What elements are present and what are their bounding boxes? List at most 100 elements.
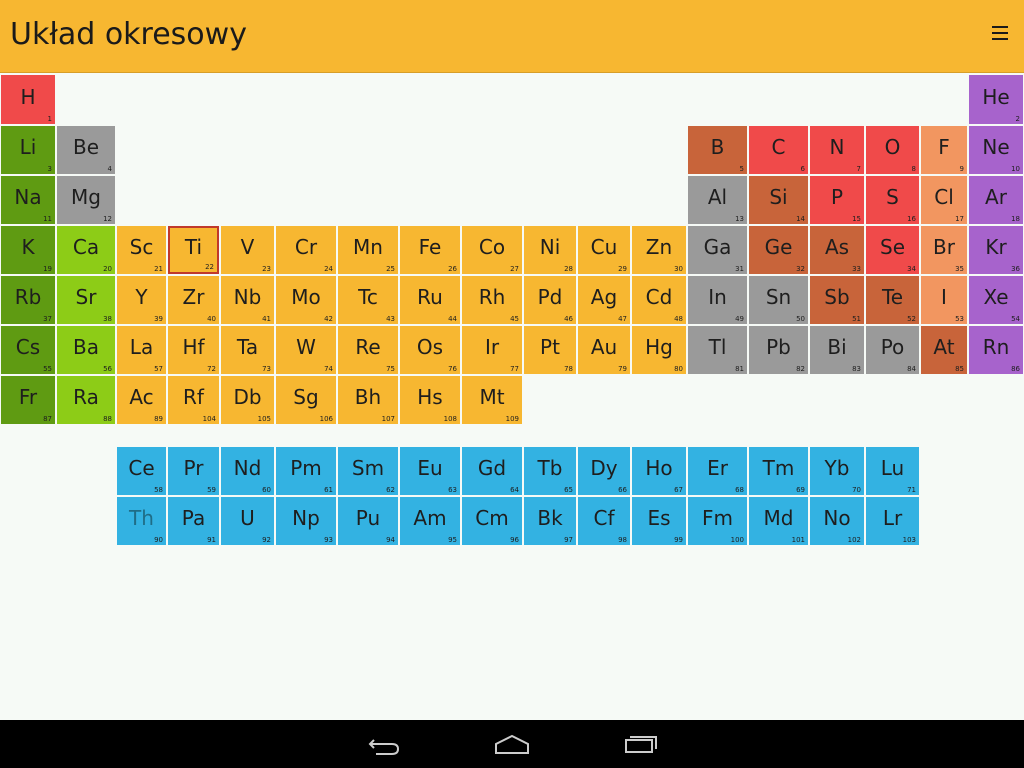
element-cell-fm[interactable]: Fm 100 (688, 497, 747, 545)
element-cell-ce[interactable]: Ce 58 (117, 447, 166, 495)
element-cell-mo[interactable]: Mo 42 (276, 276, 336, 324)
element-cell-sr[interactable]: Sr 38 (57, 276, 115, 324)
element-cell-ho[interactable]: Ho 67 (632, 447, 686, 495)
element-cell-rn[interactable]: Rn 86 (969, 326, 1023, 374)
element-cell-u[interactable]: U 92 (221, 497, 274, 545)
element-cell-na[interactable]: Na 11 (1, 176, 55, 224)
element-cell-sc[interactable]: Sc 21 (117, 226, 166, 274)
element-cell-fe[interactable]: Fe 26 (400, 226, 460, 274)
element-cell-lu[interactable]: Lu 71 (866, 447, 919, 495)
element-cell-te[interactable]: Te 52 (866, 276, 919, 324)
element-cell-nb[interactable]: Nb 41 (221, 276, 274, 324)
element-cell-pa[interactable]: Pa 91 (168, 497, 219, 545)
element-cell-os[interactable]: Os 76 (400, 326, 460, 374)
element-cell-k[interactable]: K 19 (1, 226, 55, 274)
element-cell-no[interactable]: No 102 (810, 497, 864, 545)
element-cell-c[interactable]: C6 (749, 126, 808, 174)
element-cell-eu[interactable]: Eu 63 (400, 447, 460, 495)
recent-apps-icon[interactable] (620, 728, 660, 760)
element-cell-tl[interactable]: Tl 81 (688, 326, 747, 374)
element-cell-y[interactable]: Y 39 (117, 276, 166, 324)
element-cell-ni[interactable]: Ni 28 (524, 226, 576, 274)
element-cell-hf[interactable]: Hf 72 (168, 326, 219, 374)
element-cell-as[interactable]: As 33 (810, 226, 864, 274)
element-cell-fr[interactable]: Fr 87 (1, 376, 55, 424)
element-cell-be[interactable]: Be 4 (57, 126, 115, 174)
element-cell-he[interactable]: He 2 (969, 75, 1023, 124)
element-cell-tc[interactable]: Tc 43 (338, 276, 398, 324)
element-cell-bh[interactable]: Bh 107 (338, 376, 398, 424)
element-cell-pb[interactable]: Pb 82 (749, 326, 808, 374)
element-cell-s[interactable]: S 16 (866, 176, 919, 224)
element-cell-i[interactable]: I 53 (921, 276, 967, 324)
element-cell-sb[interactable]: Sb 51 (810, 276, 864, 324)
element-cell-pr[interactable]: Pr 59 (168, 447, 219, 495)
element-cell-se[interactable]: Se 34 (866, 226, 919, 274)
element-cell-dy[interactable]: Dy 66 (578, 447, 630, 495)
element-cell-sm[interactable]: Sm 62 (338, 447, 398, 495)
element-cell-la[interactable]: La 57 (117, 326, 166, 374)
element-cell-ac[interactable]: Ac 89 (117, 376, 166, 424)
element-cell-ra[interactable]: Ra 88 (57, 376, 115, 424)
home-icon[interactable] (492, 728, 532, 760)
element-cell-b[interactable]: B5 (688, 126, 747, 174)
element-cell-o[interactable]: O8 (866, 126, 919, 174)
element-cell-at[interactable]: At 85 (921, 326, 967, 374)
element-cell-mg[interactable]: Mg 12 (57, 176, 115, 224)
element-cell-zr[interactable]: Zr 40 (168, 276, 219, 324)
element-cell-w[interactable]: W 74 (276, 326, 336, 374)
element-cell-cf[interactable]: Cf 98 (578, 497, 630, 545)
element-cell-p[interactable]: P 15 (810, 176, 864, 224)
element-cell-th[interactable]: Th 90 (117, 497, 166, 545)
back-icon[interactable] (364, 728, 404, 760)
element-cell-zn[interactable]: Zn 30 (632, 226, 686, 274)
element-cell-au[interactable]: Au 79 (578, 326, 630, 374)
element-cell-pu[interactable]: Pu 94 (338, 497, 398, 545)
element-cell-pm[interactable]: Pm 61 (276, 447, 336, 495)
element-cell-tm[interactable]: Tm 69 (749, 447, 808, 495)
element-cell-gd[interactable]: Gd 64 (462, 447, 522, 495)
element-cell-rb[interactable]: Rb 37 (1, 276, 55, 324)
element-cell-ge[interactable]: Ge 32 (749, 226, 808, 274)
element-cell-ru[interactable]: Ru 44 (400, 276, 460, 324)
element-cell-db[interactable]: Db 105 (221, 376, 274, 424)
element-cell-yb[interactable]: Yb 70 (810, 447, 864, 495)
element-cell-es[interactable]: Es 99 (632, 497, 686, 545)
element-cell-h[interactable]: H1 (1, 75, 55, 124)
element-cell-v[interactable]: V 23 (221, 226, 274, 274)
element-cell-cl[interactable]: Cl 17 (921, 176, 967, 224)
element-cell-f[interactable]: F9 (921, 126, 967, 174)
element-cell-cr[interactable]: Cr 24 (276, 226, 336, 274)
element-cell-nd[interactable]: Nd 60 (221, 447, 274, 495)
element-cell-pt[interactable]: Pt 78 (524, 326, 576, 374)
element-cell-co[interactable]: Co 27 (462, 226, 522, 274)
element-cell-ca[interactable]: Ca 20 (57, 226, 115, 274)
element-cell-ne[interactable]: Ne 10 (969, 126, 1023, 174)
element-cell-al[interactable]: Al 13 (688, 176, 747, 224)
element-cell-cs[interactable]: Cs 55 (1, 326, 55, 374)
element-cell-si[interactable]: Si 14 (749, 176, 808, 224)
element-cell-lr[interactable]: Lr 103 (866, 497, 919, 545)
element-cell-mt[interactable]: Mt 109 (462, 376, 522, 424)
element-cell-in[interactable]: In 49 (688, 276, 747, 324)
element-cell-n[interactable]: N7 (810, 126, 864, 174)
element-cell-rh[interactable]: Rh 45 (462, 276, 522, 324)
element-cell-xe[interactable]: Xe 54 (969, 276, 1023, 324)
element-cell-bk[interactable]: Bk 97 (524, 497, 576, 545)
element-cell-rf[interactable]: Rf 104 (168, 376, 219, 424)
element-cell-ga[interactable]: Ga 31 (688, 226, 747, 274)
element-cell-cd[interactable]: Cd 48 (632, 276, 686, 324)
element-cell-ta[interactable]: Ta 73 (221, 326, 274, 374)
element-cell-md[interactable]: Md 101 (749, 497, 808, 545)
element-cell-bi[interactable]: Bi 83 (810, 326, 864, 374)
element-cell-pd[interactable]: Pd 46 (524, 276, 576, 324)
element-cell-po[interactable]: Po 84 (866, 326, 919, 374)
element-cell-sn[interactable]: Sn 50 (749, 276, 808, 324)
element-cell-ir[interactable]: Ir 77 (462, 326, 522, 374)
element-cell-ti[interactable]: Ti 22 (168, 226, 219, 274)
element-cell-sg[interactable]: Sg 106 (276, 376, 336, 424)
element-cell-cm[interactable]: Cm 96 (462, 497, 522, 545)
element-cell-mn[interactable]: Mn 25 (338, 226, 398, 274)
element-cell-li[interactable]: Li 3 (1, 126, 55, 174)
element-cell-kr[interactable]: Kr 36 (969, 226, 1023, 274)
